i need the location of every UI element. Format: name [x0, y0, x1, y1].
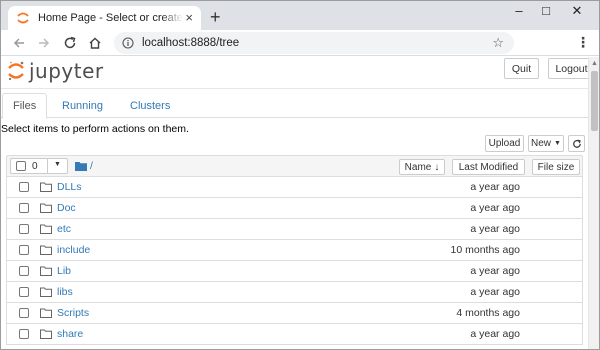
browser-toolbar: localhost:8888/tree ☆ ⋮: [1, 30, 599, 56]
row-checkbox[interactable]: [19, 308, 29, 318]
select-all-dropdown[interactable]: 0 ▼: [10, 158, 68, 174]
scrollbar-thumb[interactable]: [591, 71, 598, 131]
folder-icon: [40, 245, 52, 255]
file-modified: 10 months ago: [450, 244, 520, 256]
logout-button[interactable]: Logout: [548, 58, 588, 79]
file-list: DLLs a year ago Doc a year ago etc a year ago…: [6, 177, 583, 345]
sort-name-button[interactable]: Name ↓: [399, 159, 445, 175]
row-checkbox[interactable]: [19, 287, 29, 297]
file-modified: a year ago: [470, 286, 520, 298]
breadcrumb-root[interactable]: /: [90, 160, 93, 172]
browser-window: Home Page - Select or create a n × + – □…: [0, 0, 600, 350]
page-scrollbar[interactable]: ▲: [588, 57, 599, 349]
tab-bar: Files Running Clusters: [1, 93, 588, 119]
sort-last-modified-button[interactable]: Last Modified: [452, 159, 525, 175]
tab-running[interactable]: Running: [52, 93, 113, 118]
bookmark-star-icon[interactable]: ☆: [492, 35, 504, 51]
row-checkbox[interactable]: [19, 203, 29, 213]
arrow-down-icon: ↓: [434, 161, 440, 173]
folder-icon: [40, 182, 52, 192]
file-modified: a year ago: [470, 202, 520, 214]
file-name-link[interactable]: etc: [57, 223, 71, 235]
new-label: New: [531, 138, 552, 149]
jupyter-header: jupyter Quit Logout: [1, 57, 588, 85]
row-checkbox[interactable]: [19, 329, 29, 339]
caret-down-icon: ▼: [554, 140, 561, 147]
file-name-link[interactable]: Scripts: [57, 307, 89, 319]
file-name-link[interactable]: include: [57, 244, 90, 256]
table-row[interactable]: etc a year ago: [6, 219, 583, 240]
dropdown-divider: [47, 158, 48, 174]
reload-icon[interactable]: [61, 34, 79, 52]
folder-icon: [40, 266, 52, 276]
table-row[interactable]: Scripts 4 months ago: [6, 303, 583, 324]
tab-clusters[interactable]: Clusters: [120, 93, 180, 118]
file-modified: a year ago: [470, 328, 520, 340]
minimize-icon[interactable]: –: [509, 3, 529, 19]
folder-root-icon[interactable]: [75, 161, 87, 171]
file-modified: a year ago: [470, 181, 520, 193]
tab-files[interactable]: Files: [2, 93, 48, 119]
row-checkbox[interactable]: [19, 245, 29, 255]
instructions-text: Select items to perform actions on them.: [1, 123, 189, 135]
folder-icon: [40, 287, 52, 297]
forward-icon[interactable]: [35, 34, 53, 52]
file-list-header: 0 ▼ / Name ↓ Last Modified File size: [6, 155, 583, 177]
file-name-link[interactable]: share: [57, 328, 83, 340]
menu-kebab-icon[interactable]: ⋮: [576, 35, 590, 51]
back-icon[interactable]: [10, 34, 28, 52]
caret-down-icon: ▼: [54, 161, 61, 168]
folder-icon: [40, 203, 52, 213]
table-row[interactable]: include 10 months ago: [6, 240, 583, 261]
row-checkbox[interactable]: [19, 266, 29, 276]
jupyter-logo-icon: [8, 61, 24, 81]
table-row[interactable]: libs a year ago: [6, 282, 583, 303]
close-window-icon[interactable]: ✕: [567, 3, 587, 19]
address-bar[interactable]: localhost:8888/tree ☆: [114, 32, 514, 54]
new-tab-icon[interactable]: +: [210, 8, 221, 26]
file-name-link[interactable]: DLLs: [57, 181, 82, 193]
table-row[interactable]: share a year ago: [6, 324, 583, 345]
jupyter-favicon: [17, 12, 29, 24]
file-name-link[interactable]: libs: [57, 286, 73, 298]
file-modified: a year ago: [470, 265, 520, 277]
tab-title: Home Page - Select or create a n: [38, 12, 183, 24]
file-name-link[interactable]: Doc: [57, 202, 76, 214]
file-name-link[interactable]: Lib: [57, 265, 71, 277]
selected-count: 0: [32, 160, 38, 172]
jupyter-logo[interactable]: jupyter: [7, 59, 104, 83]
maximize-icon[interactable]: □: [536, 3, 556, 19]
row-checkbox[interactable]: [19, 224, 29, 234]
upload-button[interactable]: Upload: [485, 135, 524, 152]
file-modified: a year ago: [470, 223, 520, 235]
row-checkbox[interactable]: [19, 182, 29, 192]
folder-icon: [40, 329, 52, 339]
folder-icon: [40, 224, 52, 234]
refresh-icon[interactable]: [568, 135, 585, 152]
folder-icon: [40, 308, 52, 318]
table-row[interactable]: DLLs a year ago: [6, 177, 583, 198]
quit-button[interactable]: Quit: [504, 58, 539, 79]
new-dropdown-button[interactable]: New ▼: [528, 135, 564, 152]
info-icon[interactable]: [122, 37, 134, 49]
tab-close-icon[interactable]: ×: [185, 10, 193, 26]
header-divider: [1, 88, 588, 89]
home-icon[interactable]: [86, 34, 104, 52]
scroll-up-icon[interactable]: ▲: [591, 60, 598, 67]
sort-name-label: Name: [404, 161, 432, 173]
sort-file-size-button[interactable]: File size: [532, 159, 580, 175]
table-row[interactable]: Doc a year ago: [6, 198, 583, 219]
browser-tab[interactable]: Home Page - Select or create a n ×: [8, 6, 201, 30]
select-all-checkbox[interactable]: [16, 161, 26, 171]
page-viewport: jupyter Quit Logout Files Running Cluste…: [1, 57, 588, 349]
table-row[interactable]: Lib a year ago: [6, 261, 583, 282]
file-modified: 4 months ago: [456, 307, 520, 319]
browser-tabbar: Home Page - Select or create a n × + – □…: [1, 1, 599, 30]
url-text: localhost:8888/tree: [142, 37, 240, 49]
jupyter-logo-text: jupyter: [29, 59, 104, 83]
